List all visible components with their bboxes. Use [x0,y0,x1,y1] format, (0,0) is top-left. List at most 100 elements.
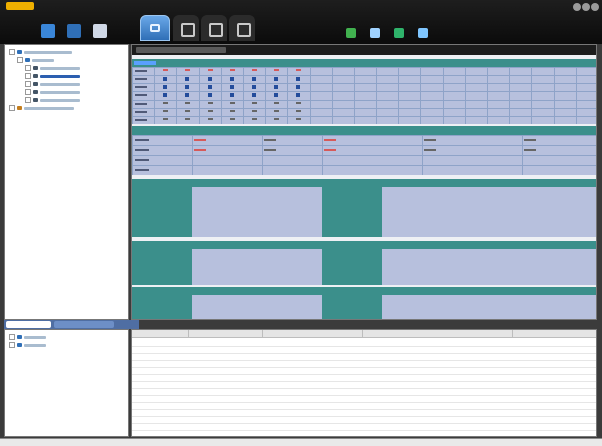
refresh-button[interactable] [62,20,86,42]
expand-icon[interactable] [25,65,31,71]
tab-home[interactable] [140,15,170,41]
port-cell[interactable] [274,69,280,71]
alarm-row[interactable] [132,402,596,403]
port-cell[interactable] [163,117,169,120]
expand-icon[interactable] [9,105,15,111]
tree-item[interactable] [25,81,80,87]
expand-icon[interactable] [9,334,15,340]
alarm-tree-item[interactable] [9,342,46,348]
alarm-row[interactable] [132,346,596,347]
port-cell[interactable] [185,109,191,112]
tree-item[interactable] [9,49,72,55]
port-table-tab[interactable] [134,61,156,65]
port-cell[interactable] [252,109,258,112]
tab-tools[interactable] [229,15,255,41]
expand-icon[interactable] [9,342,15,348]
device-tree-panel[interactable] [4,44,129,320]
port-cell[interactable] [296,85,301,90]
port-cell[interactable] [296,69,302,71]
port-cell[interactable] [252,93,257,98]
port-cell[interactable] [274,109,280,112]
tab-device[interactable] [173,15,199,41]
expand-icon[interactable] [25,97,31,103]
tab-config[interactable] [201,15,227,41]
port-cell[interactable] [229,109,235,112]
tree-item[interactable] [25,73,80,79]
alarm-row[interactable] [132,416,596,417]
alarm-row[interactable] [132,430,596,431]
port-cell[interactable] [296,117,302,120]
port-cell[interactable] [252,69,258,71]
close-button[interactable] [591,3,599,11]
alarm-row[interactable] [132,395,596,396]
alarm-list-panel[interactable] [131,329,597,437]
port-cell[interactable] [274,77,279,82]
alarm-tree-panel[interactable] [4,329,129,437]
minimize-button[interactable] [573,3,581,11]
port-cell[interactable] [163,93,168,98]
port-cell[interactable] [274,85,279,90]
port-cell[interactable] [207,69,213,71]
port-cell[interactable] [296,93,301,98]
tool-icon[interactable] [394,28,404,38]
alarm-row[interactable] [132,423,596,424]
tree-item[interactable] [25,65,80,71]
tab-alarm[interactable] [6,321,51,328]
port-cell[interactable] [229,101,235,104]
maximize-button[interactable] [582,3,590,11]
port-cell[interactable] [207,85,212,90]
expand-icon[interactable] [9,49,15,55]
port-cell[interactable] [296,101,302,104]
alarm-row[interactable] [132,381,596,382]
expand-icon[interactable] [25,89,31,95]
connect-button[interactable] [36,20,60,42]
expand-icon[interactable] [25,81,31,87]
port-cell[interactable] [207,93,212,98]
port-cell[interactable] [296,77,301,82]
port-cell[interactable] [229,77,234,82]
alarm-row[interactable] [132,353,596,354]
port-cell[interactable] [163,69,169,71]
alarm-row[interactable] [132,409,596,410]
alarm-row[interactable] [132,367,596,368]
alarm-row[interactable] [132,388,596,389]
port-cell[interactable] [252,77,257,82]
tab-log[interactable] [54,321,114,328]
port-cell[interactable] [229,117,235,120]
port-cell[interactable] [185,101,191,104]
alarm-tree-item[interactable] [9,334,46,340]
port-cell[interactable] [163,101,169,104]
port-cell[interactable] [274,117,280,120]
port-cell[interactable] [185,93,190,98]
port-cell[interactable] [274,101,280,104]
tree-item[interactable] [17,57,54,63]
port-cell[interactable] [296,109,302,112]
tree-item[interactable] [9,105,74,111]
port-cell[interactable] [185,85,190,90]
expand-icon[interactable] [25,73,31,79]
tree-item[interactable] [25,89,80,95]
tree-item[interactable] [25,97,80,103]
port-cell[interactable] [185,69,191,71]
port-cell[interactable] [207,77,212,82]
monitor-icon[interactable] [346,28,356,38]
port-cell[interactable] [207,109,213,112]
port-cell[interactable] [252,117,258,120]
port-cell[interactable] [163,109,169,112]
alarm-row[interactable] [132,374,596,375]
port-cell[interactable] [185,117,191,120]
port-cell[interactable] [229,93,234,98]
port-cell[interactable] [185,77,190,82]
port-cell[interactable] [163,85,168,90]
edit-icon[interactable] [418,28,428,38]
alarm-row[interactable] [132,360,596,361]
port-cell[interactable] [274,93,279,98]
port-cell[interactable] [163,77,168,82]
camera-icon[interactable] [370,28,380,38]
port-cell[interactable] [207,101,213,104]
port-cell[interactable] [229,69,235,71]
port-cell[interactable] [229,85,234,90]
port-cell[interactable] [207,117,213,120]
port-cell[interactable] [252,101,258,104]
expand-icon[interactable] [17,57,23,63]
